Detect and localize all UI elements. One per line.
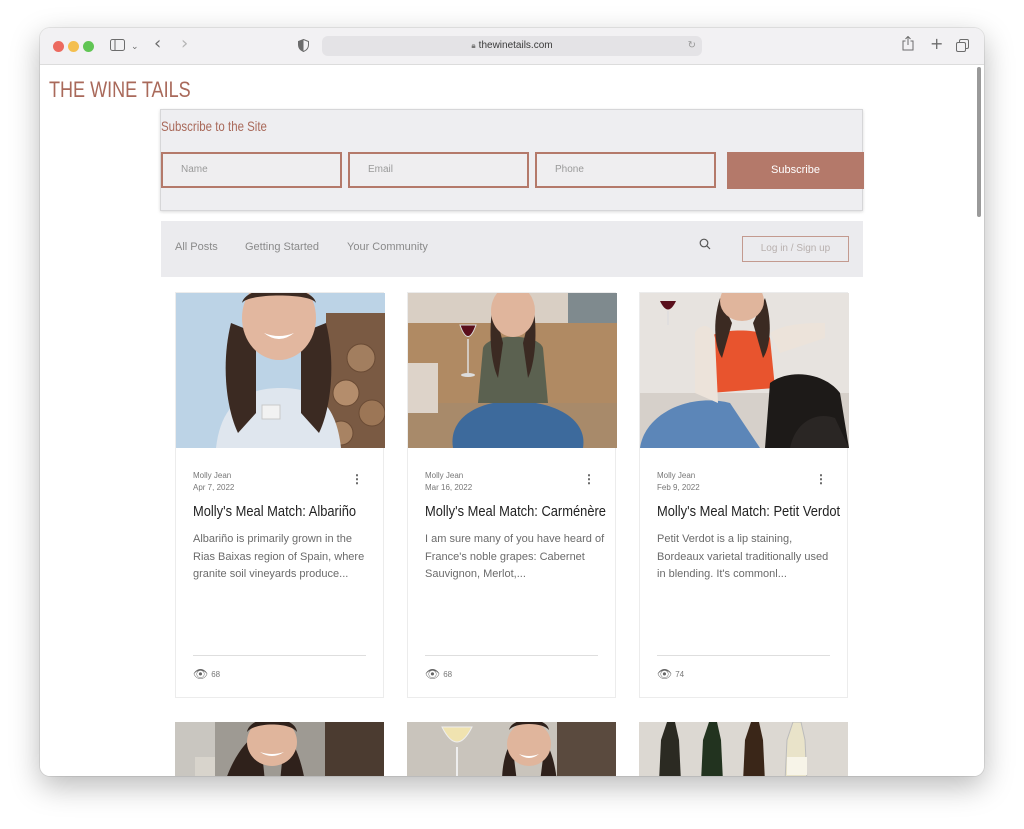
shield-icon[interactable] bbox=[298, 37, 309, 57]
post-card-partial[interactable] bbox=[639, 722, 848, 776]
minimize-window-button[interactable] bbox=[68, 41, 79, 52]
page-scrollbar[interactable] bbox=[977, 67, 981, 217]
nav-getting-started[interactable]: Getting Started bbox=[245, 241, 319, 253]
sidebar-icon[interactable] bbox=[110, 36, 125, 56]
plus-icon[interactable]: + bbox=[930, 34, 943, 54]
card-divider bbox=[193, 655, 366, 656]
post-image[interactable] bbox=[175, 722, 384, 776]
more-options-icon[interactable]: ⋮ bbox=[583, 473, 595, 485]
close-window-button[interactable] bbox=[53, 41, 64, 52]
post-image[interactable] bbox=[176, 293, 385, 448]
lock-icon: 🔒︎ bbox=[471, 41, 476, 50]
subscribe-form: Subscribe to the Site Name Email Phone S… bbox=[160, 109, 864, 211]
more-options-icon[interactable]: ⋮ bbox=[351, 473, 363, 485]
post-author[interactable]: Molly Jean bbox=[425, 471, 463, 480]
post-views-count: 68 bbox=[211, 670, 221, 679]
post-image[interactable] bbox=[408, 293, 617, 448]
post-date: Apr 7, 2022 bbox=[193, 483, 235, 492]
post-date: Feb 9, 2022 bbox=[657, 483, 700, 492]
eye-icon: 👁︎ bbox=[193, 667, 209, 681]
post-title[interactable]: Molly's Meal Match: Carménère bbox=[425, 503, 606, 520]
post-image[interactable] bbox=[407, 722, 616, 776]
post-author[interactable]: Molly Jean bbox=[657, 471, 695, 480]
post-date: Mar 16, 2022 bbox=[425, 483, 473, 492]
back-icon[interactable]: ‹ bbox=[154, 34, 161, 54]
post-card-partial[interactable] bbox=[175, 722, 384, 776]
post-excerpt[interactable]: Albariño is primarily grown in the Rias … bbox=[193, 531, 373, 584]
post-card-partial[interactable] bbox=[407, 722, 616, 776]
post-image[interactable] bbox=[640, 293, 849, 448]
post-card[interactable]: Molly Jean Feb 9, 2022 ⋮ Molly's Meal Ma… bbox=[639, 292, 849, 698]
subscribe-button[interactable]: Subscribe bbox=[727, 152, 864, 189]
tabs-icon[interactable] bbox=[956, 37, 969, 57]
post-views: 👁︎ 68 bbox=[193, 667, 220, 681]
eye-icon: 👁︎ bbox=[425, 667, 441, 681]
post-excerpt[interactable]: Petit Verdot is a lip staining, Bordeaux… bbox=[657, 531, 837, 584]
post-title[interactable]: Molly's Meal Match: Albariño bbox=[193, 503, 356, 520]
post-title[interactable]: Molly's Meal Match: Petit Verdot bbox=[657, 503, 840, 520]
post-image[interactable] bbox=[639, 722, 848, 776]
login-signup-button[interactable]: Log in / Sign up bbox=[742, 236, 849, 262]
post-views-count: 68 bbox=[443, 670, 453, 679]
card-divider bbox=[657, 655, 830, 656]
post-views: 👁︎ 74 bbox=[657, 667, 684, 681]
post-views-count: 74 bbox=[675, 670, 685, 679]
post-excerpt[interactable]: I am sure many of you have heard of Fran… bbox=[425, 531, 605, 584]
post-views: 👁︎ 68 bbox=[425, 667, 452, 681]
nav-all-posts[interactable]: All Posts bbox=[175, 241, 218, 253]
reload-icon[interactable]: ↻ bbox=[688, 36, 696, 56]
post-author[interactable]: Molly Jean bbox=[193, 471, 231, 480]
email-field[interactable]: Email bbox=[348, 152, 529, 188]
browser-toolbar: ⌄ ‹ › 🔒︎ thewinetails.com ↻ + bbox=[40, 28, 984, 65]
phone-field[interactable]: Phone bbox=[535, 152, 716, 188]
url-text: thewinetails.com bbox=[478, 40, 553, 51]
blog-nav: All Posts Getting Started Your Community… bbox=[161, 221, 863, 277]
post-card[interactable]: Molly Jean Apr 7, 2022 ⋮ Molly's Meal Ma… bbox=[175, 292, 385, 698]
web-page: THE WINE TAILS Subscribe to the Site Nam… bbox=[40, 65, 984, 776]
search-icon[interactable] bbox=[699, 238, 711, 254]
card-divider bbox=[425, 655, 598, 656]
more-options-icon[interactable]: ⋮ bbox=[815, 473, 827, 485]
share-icon[interactable] bbox=[902, 35, 914, 56]
browser-window: ⌄ ‹ › 🔒︎ thewinetails.com ↻ + THE WINE TA… bbox=[40, 28, 984, 776]
eye-icon: 👁︎ bbox=[657, 667, 673, 681]
forward-icon[interactable]: › bbox=[181, 34, 188, 54]
post-card[interactable]: Molly Jean Mar 16, 2022 ⋮ Molly's Meal M… bbox=[407, 292, 617, 698]
nav-your-community[interactable]: Your Community bbox=[347, 241, 428, 253]
site-logo[interactable]: THE WINE TAILS bbox=[49, 77, 191, 103]
address-bar[interactable]: 🔒︎ thewinetails.com ↻ bbox=[322, 36, 702, 56]
chevron-down-icon[interactable]: ⌄ bbox=[131, 37, 139, 57]
maximize-window-button[interactable] bbox=[83, 41, 94, 52]
name-field[interactable]: Name bbox=[161, 152, 342, 188]
subscribe-title: Subscribe to the Site bbox=[161, 118, 267, 134]
